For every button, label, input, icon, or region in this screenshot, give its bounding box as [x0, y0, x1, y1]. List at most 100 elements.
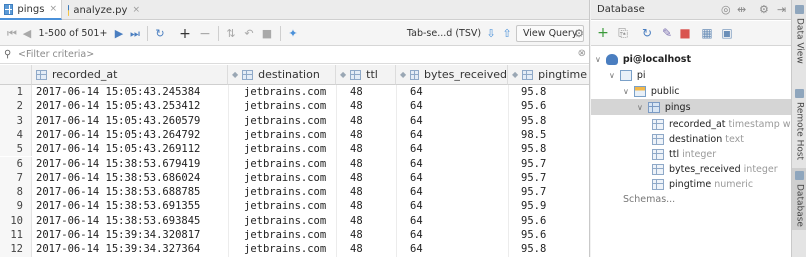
column-header-recorded-at[interactable]: recorded_at	[32, 65, 228, 85]
row-number[interactable]: 11	[0, 228, 32, 243]
row-number[interactable]: 2	[0, 99, 32, 114]
cell-pingtime[interactable]: 95.8	[521, 142, 546, 156]
sort-icon[interactable]: ◆	[232, 70, 238, 79]
cell-ttl[interactable]: 48	[350, 142, 363, 156]
settings-gear-icon[interactable]: ⚙	[572, 25, 586, 42]
expand-arrow-icon[interactable]: ∨	[637, 103, 643, 112]
last-page-icon[interactable]: ⏭	[129, 25, 141, 42]
cell-recorded-at[interactable]: 2017-06-14 15:05:43.264792	[36, 128, 200, 142]
cell-ttl[interactable]: 48	[350, 228, 363, 242]
cell-ttl[interactable]: 48	[350, 242, 363, 256]
cell-destination[interactable]: jetbrains.com	[244, 114, 326, 128]
export-format-select[interactable]: Tab-se...d (TSV)	[406, 25, 482, 42]
cell-pingtime[interactable]: 95.8	[521, 242, 546, 256]
cell-recorded-at[interactable]: 2017-06-14 15:38:53.693845	[36, 214, 200, 228]
row-number[interactable]: 6	[0, 156, 32, 171]
row-number[interactable]: 3	[0, 113, 32, 128]
side-tab-remote-host[interactable]: Remote Host	[792, 86, 806, 168]
sort-icon[interactable]: ◆	[400, 70, 406, 79]
tree-column-ttl[interactable]: ttl integer	[652, 146, 716, 162]
cell-bytes-received[interactable]: 64	[410, 114, 423, 128]
column-header-bytes-received[interactable]: ◆ bytes_received	[396, 65, 508, 85]
cell-bytes-received[interactable]: 64	[410, 85, 423, 99]
cell-recorded-at[interactable]: 2017-06-14 15:05:43.269112	[36, 142, 200, 156]
table-row[interactable]: 12 2017-06-14 15:39:34.327364 jetbrains.co…	[0, 242, 589, 257]
cell-destination[interactable]: jetbrains.com	[244, 142, 326, 156]
cell-destination[interactable]: jetbrains.com	[244, 99, 326, 113]
cell-recorded-at[interactable]: 2017-06-14 15:39:34.327364	[36, 242, 200, 256]
cell-bytes-received[interactable]: 64	[410, 128, 423, 142]
tab-analyze-py[interactable]: analyze.py ×	[64, 0, 144, 20]
cell-destination[interactable]: jetbrains.com	[244, 199, 326, 213]
cell-pingtime[interactable]: 95.7	[521, 157, 546, 171]
cell-destination[interactable]: jetbrains.com	[244, 171, 326, 185]
close-icon[interactable]: ×	[49, 4, 57, 14]
copy-icon[interactable]: ⎘	[615, 25, 631, 41]
column-header-ttl[interactable]: ◆ ttl	[336, 65, 396, 85]
expand-arrow-icon[interactable]: ∨	[595, 55, 601, 64]
console-icon[interactable]: ▣	[719, 25, 735, 41]
tab-pings[interactable]: pings ×	[0, 0, 62, 20]
tree-column-pingtime[interactable]: pingtime numeric	[652, 176, 753, 192]
table-row[interactable]: 8 2017-06-14 15:38:53.688785 jetbrains.com…	[0, 185, 589, 200]
sort-icon[interactable]: ◆	[340, 70, 346, 79]
submit-changes-icon[interactable]: ⇅	[224, 25, 238, 42]
table-row[interactable]: 4 2017-06-14 15:05:43.264792 jetbrains.com…	[0, 127, 589, 143]
row-number[interactable]: 4	[0, 127, 32, 143]
cell-recorded-at[interactable]: 2017-06-14 15:38:53.691355	[36, 199, 200, 213]
table-editor-icon[interactable]: ▦	[699, 25, 715, 41]
cell-ttl[interactable]: 48	[350, 199, 363, 213]
table-row[interactable]: 1 2017-06-14 15:05:43.245384 jetbrains.com…	[0, 85, 589, 100]
cell-pingtime[interactable]: 95.6	[521, 228, 546, 242]
settings-gear-icon[interactable]: ⚙	[759, 3, 769, 16]
column-header-destination[interactable]: ◆ destination	[228, 65, 336, 85]
row-number[interactable]: 1	[0, 85, 32, 100]
table-row[interactable]: 10 2017-06-14 15:38:53.693845 jetbrains.co…	[0, 213, 589, 228]
add-row-icon[interactable]: +	[178, 25, 192, 42]
hide-panel-icon[interactable]: ⇥	[777, 3, 786, 16]
row-range-label[interactable]: 1-500 of 501+	[38, 25, 108, 42]
remove-row-icon[interactable]: −	[198, 25, 212, 42]
tree-schema-public[interactable]: ∨ public	[623, 83, 679, 99]
revert-icon[interactable]: ↶	[242, 25, 256, 42]
cell-recorded-at[interactable]: 2017-06-14 15:38:53.688785	[36, 185, 200, 199]
table-row[interactable]: 11 2017-06-14 15:39:34.320817 jetbrains.co…	[0, 228, 589, 243]
filter-input[interactable]: <Filter criteria>	[18, 49, 94, 60]
stop-icon[interactable]: ■	[260, 25, 274, 42]
cell-bytes-received[interactable]: 64	[410, 214, 423, 228]
tree-column-destination[interactable]: destination text	[652, 131, 744, 147]
cell-ttl[interactable]: 48	[350, 114, 363, 128]
cell-bytes-received[interactable]: 64	[410, 142, 423, 156]
table-row[interactable]: 9 2017-06-14 15:38:53.691355 jetbrains.com…	[0, 199, 589, 214]
filter-bar[interactable]: ⚲ <Filter criteria> ⊗	[0, 47, 589, 64]
cell-pingtime[interactable]: 95.8	[521, 85, 546, 99]
cell-pingtime[interactable]: 95.7	[521, 171, 546, 185]
cell-destination[interactable]: jetbrains.com	[244, 185, 326, 199]
cell-pingtime[interactable]: 95.9	[521, 199, 546, 213]
cell-ttl[interactable]: 48	[350, 214, 363, 228]
refresh-icon[interactable]: ↻	[639, 25, 655, 41]
cell-ttl[interactable]: 48	[350, 185, 363, 199]
column-header-pingtime[interactable]: ◆ pingtime	[508, 65, 589, 85]
table-row[interactable]: 3 2017-06-14 15:05:43.260579 jetbrains.com…	[0, 113, 589, 128]
row-number[interactable]: 9	[0, 199, 32, 214]
next-page-icon[interactable]: ▶	[114, 25, 124, 42]
tree-column-bytes-received[interactable]: bytes_received integer	[652, 161, 778, 177]
tree-table-pings[interactable]: ∨ pings	[591, 99, 791, 115]
tree-connection[interactable]: ∨ pi@localhost	[595, 51, 691, 67]
table-row[interactable]: 6 2017-06-14 15:38:53.679419 jetbrains.com…	[0, 156, 589, 171]
expand-arrow-icon[interactable]: ∨	[623, 87, 629, 96]
cell-ttl[interactable]: 48	[350, 99, 363, 113]
sort-icon[interactable]: ◆	[512, 70, 518, 79]
tree-database-pi[interactable]: ∨ pi	[609, 67, 646, 83]
cell-bytes-received[interactable]: 64	[410, 157, 423, 171]
cell-recorded-at[interactable]: 2017-06-14 15:38:53.679419	[36, 157, 200, 171]
refresh-icon[interactable]: ↻	[153, 25, 167, 42]
cell-bytes-received[interactable]: 64	[410, 242, 423, 256]
row-number[interactable]: 8	[0, 185, 32, 200]
cell-pingtime[interactable]: 95.7	[521, 185, 546, 199]
properties-icon[interactable]: ✎	[659, 25, 675, 41]
cell-destination[interactable]: jetbrains.com	[244, 228, 326, 242]
row-number[interactable]: 12	[0, 242, 32, 257]
cell-destination[interactable]: jetbrains.com	[244, 242, 326, 256]
